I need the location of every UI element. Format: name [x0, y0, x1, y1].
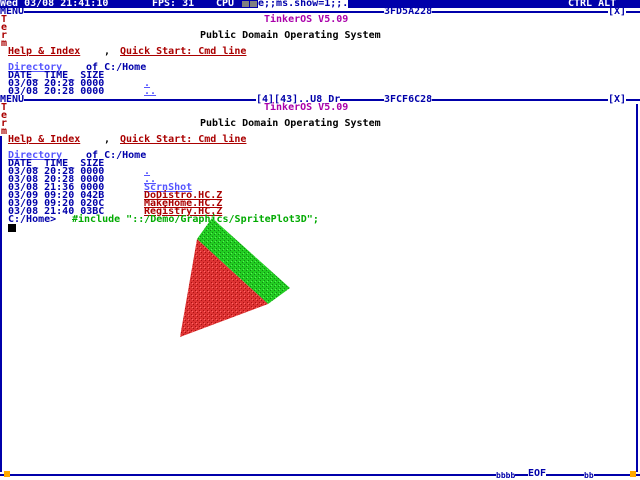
sprite-plot-3d — [180, 218, 290, 337]
